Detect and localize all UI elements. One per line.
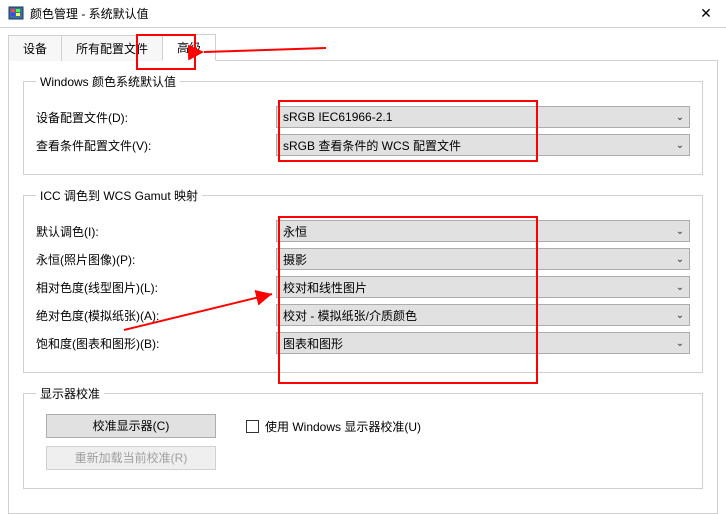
group-display-calibration-legend: 显示器校准 bbox=[36, 385, 104, 402]
chevron-down-icon: ⌄ bbox=[671, 140, 689, 151]
chevron-down-icon: ⌄ bbox=[671, 254, 689, 265]
absolute-label: 绝对色度(模拟纸张)(A): bbox=[36, 307, 276, 324]
chevron-down-icon: ⌄ bbox=[671, 338, 689, 349]
device-profile-label: 设备配置文件(D): bbox=[36, 109, 276, 126]
group-icc-gamut: ICC 调色到 WCS Gamut 映射 默认调色(I): 永恒 ⌄ 永恒(照片… bbox=[23, 187, 703, 373]
saturation-dropdown[interactable]: 图表和图形 ⌄ bbox=[276, 332, 690, 354]
advanced-panel: Windows 颜色系统默认值 设备配置文件(D): sRGB IEC61966… bbox=[8, 60, 718, 514]
relative-label: 相对色度(线型图片)(L): bbox=[36, 279, 276, 296]
use-windows-calibration-checkbox[interactable]: 使用 Windows 显示器校准(U) bbox=[246, 418, 421, 435]
chevron-down-icon: ⌄ bbox=[671, 112, 689, 123]
group-windows-defaults-legend: Windows 颜色系统默认值 bbox=[36, 73, 180, 90]
default-intent-dropdown[interactable]: 永恒 ⌄ bbox=[276, 220, 690, 242]
view-profile-dropdown[interactable]: sRGB 查看条件的 WCS 配置文件 ⌄ bbox=[276, 134, 690, 156]
app-icon bbox=[8, 6, 24, 22]
reload-calibration-button: 重新加载当前校准(R) bbox=[46, 446, 216, 470]
perceptual-label: 永恒(照片图像)(P): bbox=[36, 251, 276, 268]
tab-bar: 设备 所有配置文件 高级 bbox=[8, 36, 718, 60]
group-icc-gamut-legend: ICC 调色到 WCS Gamut 映射 bbox=[36, 187, 202, 204]
group-windows-defaults: Windows 颜色系统默认值 设备配置文件(D): sRGB IEC61966… bbox=[23, 73, 703, 175]
relative-dropdown[interactable]: 校对和线性图片 ⌄ bbox=[276, 276, 690, 298]
perceptual-dropdown[interactable]: 摄影 ⌄ bbox=[276, 248, 690, 270]
group-display-calibration: 显示器校准 校准显示器(C) 使用 Windows 显示器校准(U) 重新加载当… bbox=[23, 385, 703, 489]
titlebar: 颜色管理 - 系统默认值 ✕ bbox=[0, 0, 726, 28]
close-button[interactable]: ✕ bbox=[686, 0, 726, 28]
saturation-label: 饱和度(图表和图形)(B): bbox=[36, 335, 276, 352]
chevron-down-icon: ⌄ bbox=[671, 226, 689, 237]
window-title: 颜色管理 - 系统默认值 bbox=[30, 5, 686, 22]
tab-all-profiles[interactable]: 所有配置文件 bbox=[61, 35, 163, 61]
device-profile-dropdown[interactable]: sRGB IEC61966-2.1 ⌄ bbox=[276, 106, 690, 128]
calibrate-display-button[interactable]: 校准显示器(C) bbox=[46, 414, 216, 438]
checkbox-box-icon bbox=[246, 420, 259, 433]
tab-advanced[interactable]: 高级 bbox=[162, 34, 216, 61]
default-intent-label: 默认调色(I): bbox=[36, 223, 276, 240]
chevron-down-icon: ⌄ bbox=[671, 310, 689, 321]
tab-devices[interactable]: 设备 bbox=[8, 35, 62, 61]
chevron-down-icon: ⌄ bbox=[671, 282, 689, 293]
view-profile-label: 查看条件配置文件(V): bbox=[36, 137, 276, 154]
absolute-dropdown[interactable]: 校对 - 模拟纸张/介质颜色 ⌄ bbox=[276, 304, 690, 326]
